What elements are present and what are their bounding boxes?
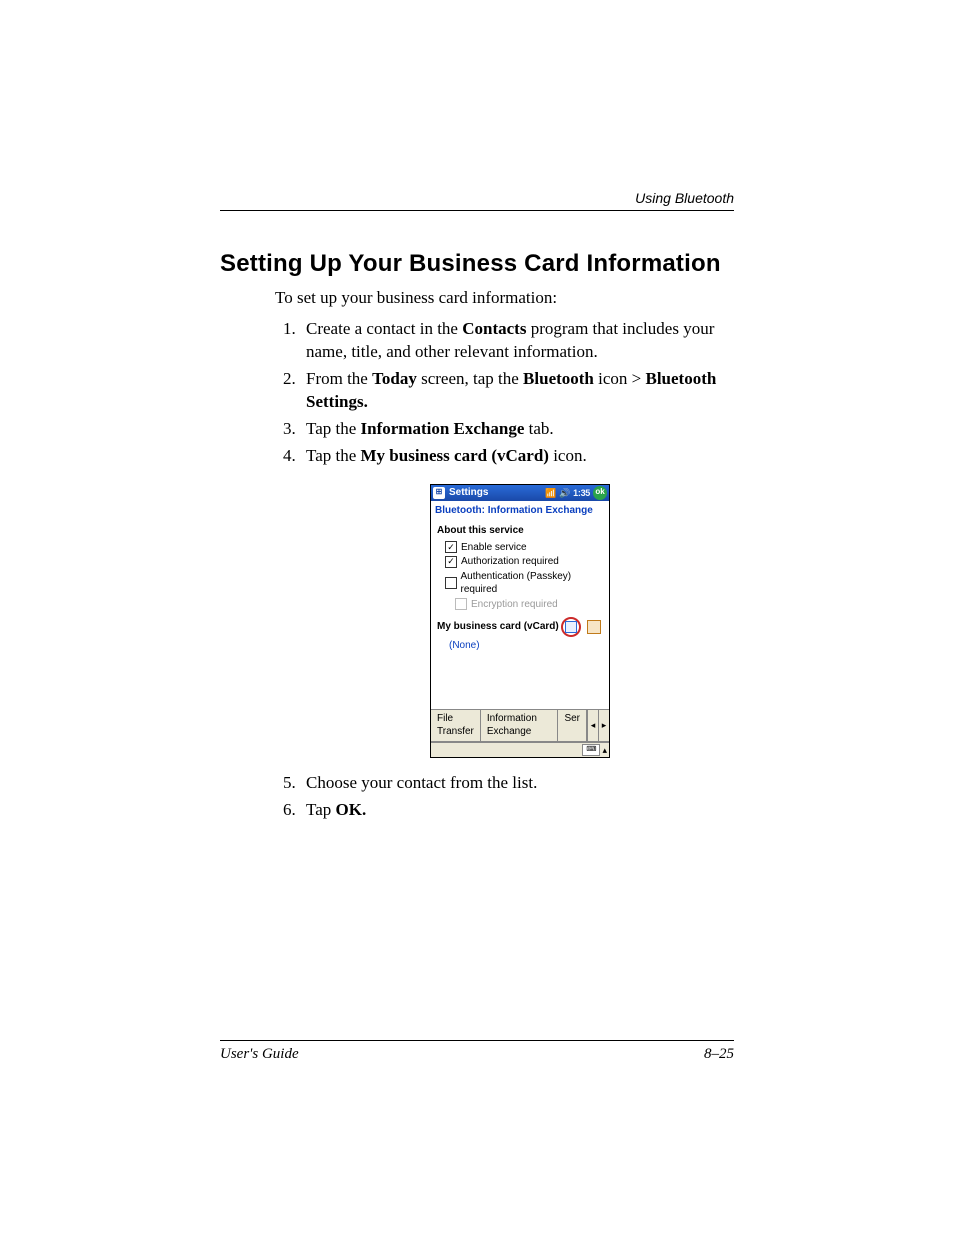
step-3-post: tab. [524,419,553,438]
vcard-row: My business card (vCard) [437,617,603,637]
vcard-none: (None) [449,639,603,653]
checkbox-icon[interactable] [445,556,457,568]
checkbox-enable-service[interactable]: Enable service [445,541,603,555]
step-6-pre: Tap [306,800,336,819]
step-2-mid2: icon > [594,369,646,388]
step-2-mid1: screen, tap the [417,369,523,388]
checkbox-icon[interactable] [445,577,457,589]
step-2-pre: From the [306,369,372,388]
step-4-b1: My business card (vCard) [361,446,549,465]
page-footer: User's Guide 8–25 [220,1046,734,1063]
tab-serial[interactable]: Ser [558,710,587,742]
device-tabs: File Transfer Information Exchange Ser ◂… [431,709,609,742]
device-screenshot: ⊞ Settings 📶 🔊 1:35 ok Bluetooth: Inform… [430,484,610,758]
ok-button[interactable]: ok [593,486,607,500]
tab-file-transfer[interactable]: File Transfer [431,710,481,742]
about-service-title: About this service [437,524,603,538]
device-panel: About this service Enable service Author… [431,520,609,655]
step-2: From the Today screen, tap the Bluetooth… [300,368,734,414]
page-title: Setting Up Your Business Card Informatio… [220,250,734,278]
step-4: Tap the My business card (vCard) icon. ⊞… [300,445,734,758]
step-6-b1: OK. [336,800,367,819]
vcard-icon [565,621,577,633]
step-4-pre: Tap the [306,446,361,465]
running-header: Using Bluetooth [635,190,734,206]
step-1-bold: Contacts [462,319,526,338]
header-rule [220,210,734,211]
signal-icon: 📶 [545,487,556,499]
device-titlebar: ⊞ Settings 📶 🔊 1:35 ok [431,485,609,501]
checkbox-enable-label: Enable service [461,541,527,555]
device-subheader: Bluetooth: Information Exchange [431,501,609,521]
step-6: Tap OK. [300,799,734,822]
step-3-b1: Information Exchange [361,419,525,438]
tab-scroll-left-icon[interactable]: ◂ [587,710,598,742]
windows-flag-icon[interactable]: ⊞ [433,487,445,499]
tab-scroll-right-icon[interactable]: ▸ [598,710,609,742]
vcard-select-icon[interactable] [561,617,581,637]
step-5: Choose your contact from the list. [300,772,734,795]
sip-up-icon[interactable]: ▴ [602,744,607,756]
vcard-contact-icon[interactable] [587,620,601,634]
checkbox-auth-label: Authorization required [461,555,559,569]
footer-rule [220,1040,734,1041]
sip-bar: ⌨ ▴ [431,742,609,757]
intro-text: To set up your business card information… [275,288,734,308]
step-2-b2: Bluetooth [523,369,594,388]
keyboard-icon[interactable]: ⌨ [582,744,600,756]
checkbox-passkey[interactable]: Authentication (Passkey) required [445,570,603,597]
footer-right: 8–25 [704,1046,734,1063]
checkbox-icon [455,598,467,610]
step-3-pre: Tap the [306,419,361,438]
checkbox-encrypt-label: Encryption required [471,598,558,612]
checkbox-icon[interactable] [445,541,457,553]
titlebar-time: 1:35 [573,487,590,499]
vcard-label: My business card (vCard) [437,620,559,634]
checkbox-encryption: Encryption required [455,598,603,612]
titlebar-app: Settings [449,486,488,500]
step-4-post: icon. [549,446,587,465]
step-3: Tap the Information Exchange tab. [300,418,734,441]
step-1: Create a contact in the Contacts program… [300,318,734,364]
step-2-b1: Today [372,369,417,388]
speaker-icon: 🔊 [559,487,570,499]
steps-list: Create a contact in the Contacts program… [300,318,734,822]
checkbox-passkey-label: Authentication (Passkey) required [461,570,604,597]
tab-information-exchange[interactable]: Information Exchange [481,710,559,742]
step-1-pre: Create a contact in the [306,319,462,338]
footer-left: User's Guide [220,1046,299,1063]
checkbox-authorization[interactable]: Authorization required [445,555,603,569]
